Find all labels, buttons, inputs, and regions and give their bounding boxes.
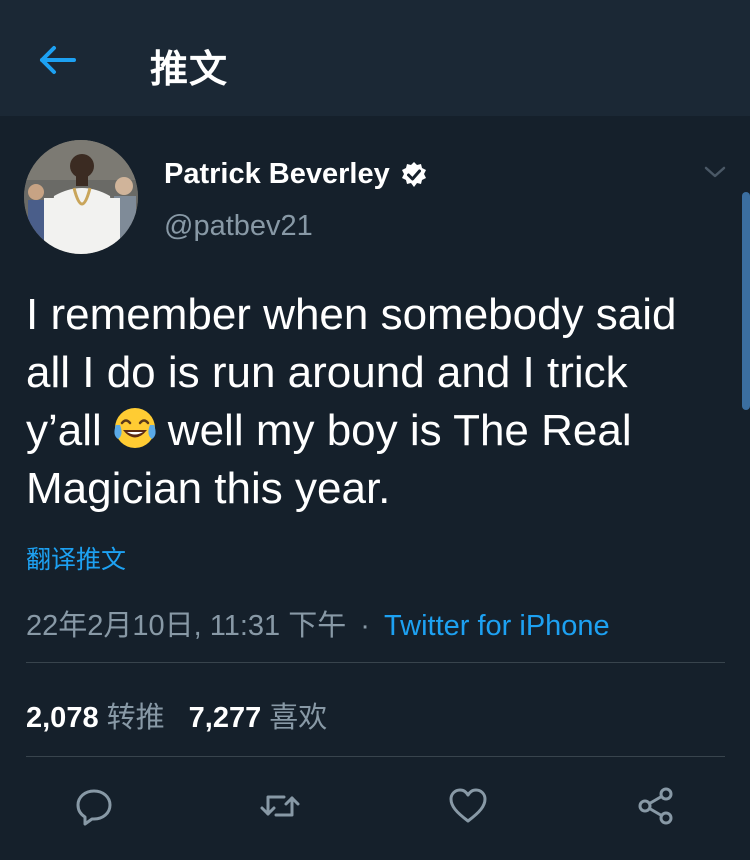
tweet-meta: 22年2月10日, 11:31 下午 · Twitter for iPhone	[26, 602, 610, 644]
author-name[interactable]: Patrick Beverley	[164, 158, 428, 191]
divider	[26, 662, 725, 663]
verified-badge-icon	[401, 161, 426, 187]
share-icon	[638, 787, 673, 825]
arrow-left-icon	[40, 46, 76, 74]
tweet-line-with-emoji: y’all well my boy is The Real	[26, 402, 736, 460]
like-button[interactable]	[446, 784, 490, 828]
heart-icon	[449, 788, 487, 823]
author-name-text: Patrick Beverley	[164, 158, 390, 190]
retweet-icon	[260, 795, 300, 817]
share-button[interactable]	[634, 784, 678, 828]
divider	[26, 756, 725, 757]
chevron-down-icon[interactable]	[700, 160, 730, 184]
retweet-button[interactable]	[258, 784, 302, 828]
tweet-stats: 2,078 转推 7,277 喜欢	[26, 694, 327, 736]
reply-button[interactable]	[72, 784, 116, 828]
app-header: 推文	[0, 0, 750, 116]
likes-label: 喜欢	[269, 702, 328, 734]
retweets-label: 转推	[106, 702, 165, 734]
tweet-line-part: well my boy is The Real	[167, 406, 632, 455]
retweets-count: 2,078	[26, 702, 99, 734]
tweet-line-part: y’all	[26, 406, 102, 455]
likes-stat[interactable]: 7,277 喜欢	[189, 702, 328, 734]
avatar-image	[24, 140, 138, 254]
reply-icon	[76, 789, 112, 826]
translate-tweet-link[interactable]: 翻译推文	[26, 540, 126, 576]
scrollbar[interactable]	[742, 192, 750, 410]
meta-separator: ·	[360, 610, 370, 642]
tweet-line: I remember when somebody said	[26, 290, 677, 339]
retweets-stat[interactable]: 2,078 转推	[26, 702, 165, 734]
likes-count: 7,277	[188, 702, 262, 734]
timestamp[interactable]: 22年2月10日, 11:31 下午	[26, 610, 346, 642]
back-button[interactable]	[36, 40, 80, 80]
tweet-line: all I do is run around and I trick	[26, 348, 628, 397]
author-handle[interactable]: @patbev21	[164, 210, 313, 243]
tweet-line: Magician this year.	[26, 464, 391, 513]
avatar[interactable]	[24, 140, 138, 254]
tears-of-joy-emoji-icon	[114, 408, 156, 448]
source-link[interactable]: Twitter for iPhone	[384, 610, 610, 642]
page-title: 推文	[150, 49, 229, 91]
tweet-text: I remember when somebody said all I do i…	[26, 286, 736, 518]
